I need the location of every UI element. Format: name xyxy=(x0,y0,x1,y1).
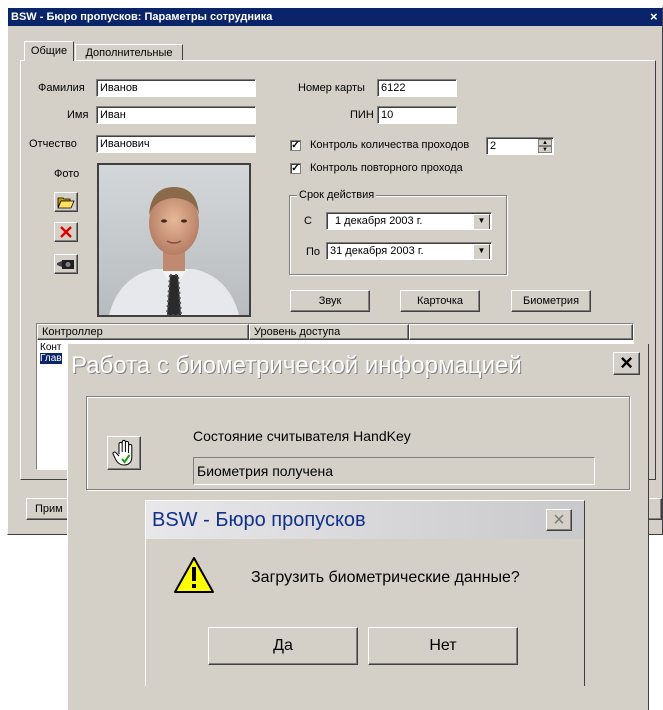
camera-icon xyxy=(57,260,74,269)
firstname-label: Имя xyxy=(67,109,89,121)
confirm-dialog-title: BSW - Бюро пропусков xyxy=(152,509,366,531)
lastname-label: Фамилия xyxy=(38,82,85,94)
no-button-label: Нет xyxy=(429,637,457,654)
firstname-field[interactable]: Иван xyxy=(96,106,256,124)
chevron-down-icon[interactable]: ▼ xyxy=(473,244,490,259)
validity-to-label: По xyxy=(306,246,321,258)
card-button-label: Карточка xyxy=(416,295,464,307)
biometry-button[interactable]: Биометрия xyxy=(511,290,591,312)
column-header-empty xyxy=(409,324,633,340)
bio-titlebar: Работа с биометрической информацией xyxy=(68,344,648,392)
bio-dialog-title: Работа с биометрической информацией xyxy=(71,352,522,379)
close-icon[interactable]: × xyxy=(650,9,662,25)
spinner-down-button[interactable]: ▼ xyxy=(538,146,552,153)
sound-button-label: Звук xyxy=(318,295,342,307)
table-row[interactable]: Конт xyxy=(40,342,62,353)
table-row[interactable]: Глав xyxy=(40,353,62,364)
apply-button-label: Прим xyxy=(35,503,63,515)
lastname-field[interactable]: Иванов xyxy=(96,79,256,97)
validity-from-date[interactable]: 1 декабря 2003 г. ▼ xyxy=(326,212,492,230)
tab-additional-label: Дополнительные xyxy=(85,47,173,59)
close-icon: × xyxy=(553,509,565,531)
yes-button-label: Да xyxy=(273,637,293,654)
confirm-close-button[interactable]: × xyxy=(546,509,572,531)
close-icon: × xyxy=(620,350,633,375)
validity-from-value: 1 декабря 2003 г. xyxy=(335,215,423,227)
tab-general[interactable]: Общие xyxy=(24,41,74,61)
validity-to-value: 31 декабря 2003 г. xyxy=(330,245,424,257)
no-button[interactable]: Нет xyxy=(368,627,518,665)
card-button[interactable]: Карточка xyxy=(400,290,480,312)
confirm-titlebar: BSW - Бюро пропусков xyxy=(146,501,584,539)
tab-additional[interactable]: Дополнительные xyxy=(75,44,183,61)
tab-general-label: Общие xyxy=(30,45,68,57)
repeat-pass-label: Контроль повторного прохода xyxy=(310,162,463,174)
validity-group xyxy=(289,195,507,275)
card-number-field[interactable]: 6122 xyxy=(377,79,457,97)
photo-label: Фото xyxy=(54,168,80,180)
patronymic-field[interactable]: Иванович xyxy=(96,135,256,153)
biometry-button-label: Биометрия xyxy=(522,295,580,307)
pass-count-checkbox[interactable]: ✓ xyxy=(290,140,301,151)
chevron-down-icon[interactable]: ▼ xyxy=(473,214,490,229)
bio-close-button[interactable]: × xyxy=(613,352,640,375)
column-header-access-level[interactable]: Уровень доступа xyxy=(249,324,409,340)
sound-button[interactable]: Звук xyxy=(290,290,370,312)
validity-from-label: С xyxy=(304,215,312,227)
column-header-access-level-label: Уровень доступа xyxy=(254,326,341,338)
repeat-pass-checkbox[interactable]: ✓ xyxy=(290,163,301,174)
employee-photo xyxy=(99,165,249,316)
table-row-label: Глав xyxy=(40,353,62,364)
card-number-label: Номер карты xyxy=(298,82,365,94)
pass-count-label: Контроль количества проходов xyxy=(310,139,470,151)
warning-icon xyxy=(174,557,214,593)
validity-to-date[interactable]: 31 декабря 2003 г. ▼ xyxy=(326,242,492,260)
spinner-up-button[interactable]: ▲ xyxy=(538,139,552,146)
pass-count-value: 2 xyxy=(490,140,497,152)
patronymic-label: Отчество xyxy=(29,138,77,150)
main-titlebar: BSW - Бюро пропусков: Параметры сотрудни… xyxy=(8,8,662,26)
employee-photo-frame xyxy=(97,163,251,317)
bio-status-field: Биометрия получена xyxy=(193,457,595,485)
reader-state-label: Состояние считывателя HandKey xyxy=(193,428,411,444)
bio-status-text: Биометрия получена xyxy=(197,463,334,479)
delete-x-icon xyxy=(60,226,72,238)
validity-group-label: Срок действия xyxy=(297,189,377,201)
delete-photo-button[interactable] xyxy=(54,222,78,242)
column-header-controller[interactable]: Контроллер xyxy=(37,324,249,340)
yes-button[interactable]: Да xyxy=(208,627,358,665)
handkey-button[interactable] xyxy=(107,436,141,470)
main-window-title: BSW - Бюро пропусков: Параметры сотрудни… xyxy=(11,11,273,23)
column-header-controller-label: Контроллер xyxy=(42,326,103,338)
confirm-dialog: BSW - Бюро пропусков × Загрузить биометр… xyxy=(145,500,585,686)
open-photo-button[interactable] xyxy=(54,192,78,212)
camera-button[interactable] xyxy=(54,254,78,274)
pin-field[interactable]: 10 xyxy=(377,106,457,124)
folder-open-icon xyxy=(57,197,75,209)
pass-count-spinner[interactable]: 2 ▲ ▼ xyxy=(486,137,554,155)
pin-label: ПИН xyxy=(350,109,374,121)
table-row-label: Конт xyxy=(40,342,62,353)
confirm-message: Загрузить биометрические данные? xyxy=(251,569,520,586)
hand-icon xyxy=(112,439,133,466)
